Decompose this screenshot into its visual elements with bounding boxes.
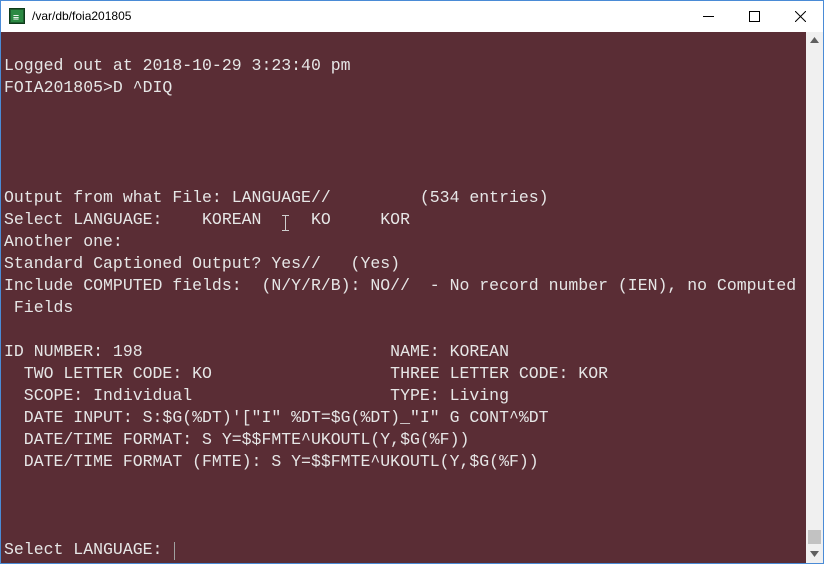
terminal-line: Another one: (4, 232, 123, 251)
mouse-ibeam-icon (282, 215, 289, 231)
terminal-line: Logged out at 2018-10-29 3:23:40 pm (4, 56, 351, 75)
terminal-app-icon: ≡ (9, 8, 25, 24)
close-icon (795, 11, 806, 22)
scroll-down-arrow-icon (810, 551, 819, 557)
terminal-prompt-line[interactable]: Select LANGUAGE: (4, 539, 172, 561)
close-button[interactable] (778, 1, 823, 32)
svg-text:≡: ≡ (13, 13, 19, 24)
terminal-line: ID NUMBER: 198 NAME: KOREAN (4, 342, 509, 361)
terminal-line: FOIA201805>D ^DIQ (4, 78, 173, 97)
minimize-icon (703, 16, 714, 17)
terminal-window: ≡ /var/db/foia201805 Logged out at 2018-… (0, 0, 824, 564)
scrollbar-thumb[interactable] (808, 530, 821, 544)
terminal-line: SCOPE: Individual TYPE: Living (4, 386, 509, 405)
window-title: /var/db/foia201805 (32, 9, 132, 23)
terminal-line: Select LANGUAGE: KOREAN KO KOR (4, 210, 410, 229)
terminal-output[interactable]: Logged out at 2018-10-29 3:23:40 pm FOIA… (1, 32, 806, 563)
text-cursor (174, 542, 175, 560)
scroll-down-button[interactable] (806, 546, 823, 563)
maximize-icon (749, 11, 760, 22)
scroll-up-arrow-icon (810, 37, 819, 43)
terminal-line: DATE/TIME FORMAT (FMTE): S Y=$$FMTE^UKOU… (4, 452, 539, 471)
terminal-line: Output from what File: LANGUAGE// (534 e… (4, 188, 549, 207)
terminal-line: DATE INPUT: S:$G(%DT)'["I" %DT=$G(%DT)_"… (4, 408, 549, 427)
terminal-line: Include COMPUTED fields: (N/Y/R/B): NO//… (4, 276, 797, 295)
terminal-line: TWO LETTER CODE: KO THREE LETTER CODE: K… (4, 364, 608, 383)
scroll-up-button[interactable] (806, 32, 823, 49)
title-bar[interactable]: ≡ /var/db/foia201805 (1, 1, 823, 32)
terminal-line: DATE/TIME FORMAT: S Y=$$FMTE^UKOUTL(Y,$G… (4, 430, 470, 449)
terminal-line: Fields (4, 298, 74, 317)
vertical-scrollbar[interactable] (806, 32, 823, 563)
minimize-button[interactable] (686, 1, 732, 32)
terminal-line: Standard Captioned Output? Yes// (Yes) (4, 254, 401, 273)
maximize-button[interactable] (732, 1, 778, 32)
